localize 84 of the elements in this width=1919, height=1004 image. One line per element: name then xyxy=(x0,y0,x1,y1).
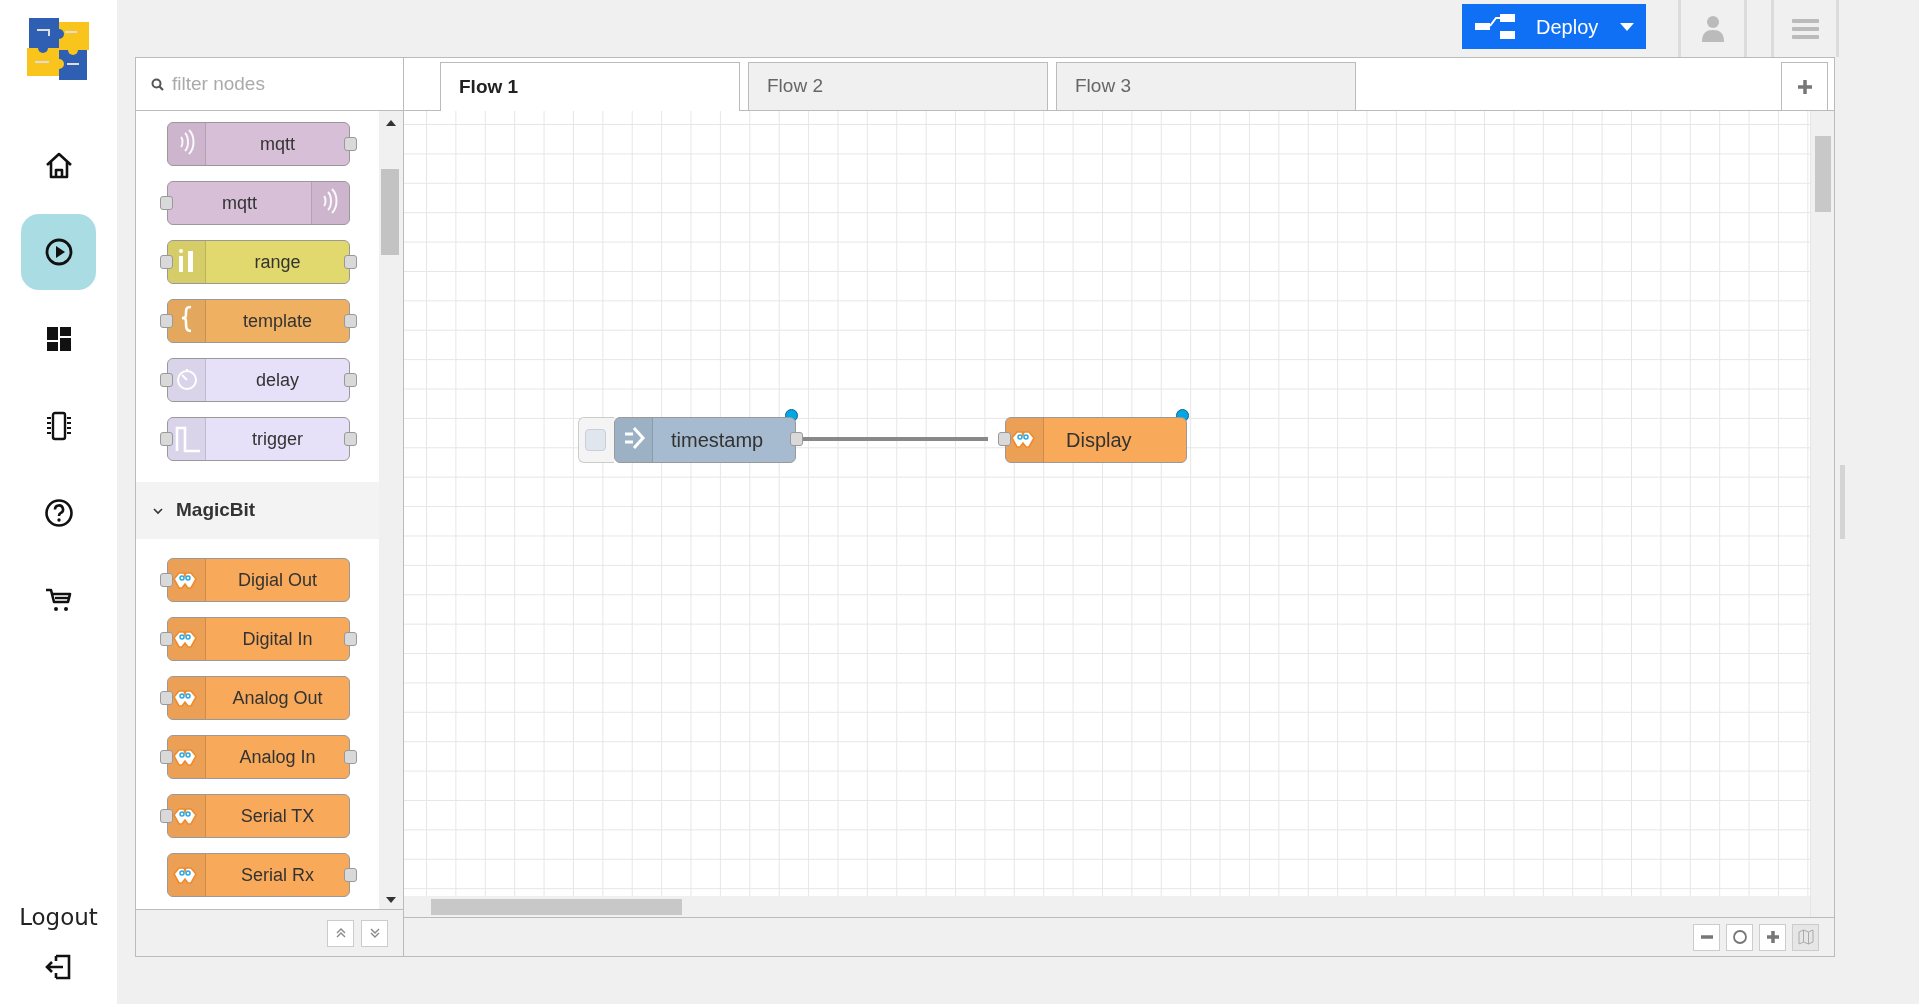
input-port[interactable] xyxy=(160,373,173,387)
wave-icon xyxy=(311,182,349,224)
wave-icon xyxy=(168,123,206,165)
node-label: Analog In xyxy=(239,745,316,769)
category-header[interactable]: MagicBit xyxy=(136,482,379,539)
flow-tab[interactable]: Flow 3 xyxy=(1056,62,1356,110)
node-label: mqtt xyxy=(260,132,295,156)
input-port[interactable] xyxy=(160,573,173,587)
node-label: Serial TX xyxy=(240,804,315,828)
board-icon xyxy=(168,559,206,601)
board-icon xyxy=(168,795,206,837)
node-label: mqtt xyxy=(222,191,257,215)
board-icon xyxy=(168,677,206,719)
horizontal-scrollbar[interactable] xyxy=(404,896,1810,917)
add-flow-button[interactable] xyxy=(1781,62,1828,110)
double-chevron-up-icon xyxy=(334,926,347,940)
output-port[interactable] xyxy=(344,750,357,764)
resize-handle[interactable] xyxy=(1840,465,1845,539)
scrollbar-thumb[interactable] xyxy=(381,169,399,255)
input-port[interactable] xyxy=(160,255,173,269)
output-port[interactable] xyxy=(344,137,357,151)
node-label: Serial Rx xyxy=(241,863,314,887)
node-label: Analog Out xyxy=(232,686,323,710)
circle-icon xyxy=(1731,929,1748,945)
navigator-button[interactable] xyxy=(1792,923,1819,951)
input-port[interactable] xyxy=(160,314,173,328)
nav-play-button[interactable] xyxy=(21,214,96,290)
board-icon xyxy=(1006,418,1044,462)
output-port[interactable] xyxy=(344,255,357,269)
scroll-down-icon[interactable] xyxy=(386,897,396,903)
palette-scrollbar[interactable] xyxy=(379,111,403,909)
zoom-in-button[interactable] xyxy=(1759,923,1786,951)
output-port[interactable] xyxy=(790,432,803,446)
vertical-scrollbar[interactable] xyxy=(1810,111,1834,917)
scrollbar-thumb[interactable] xyxy=(431,899,682,915)
node-label: Digital In xyxy=(242,627,313,651)
flow-tab[interactable]: Flow 1 xyxy=(440,62,740,111)
help-icon xyxy=(42,497,75,529)
board-icon xyxy=(168,854,206,896)
deploy-button[interactable]: Deploy xyxy=(1462,4,1646,49)
expand-all-button[interactable] xyxy=(361,919,388,947)
user-icon xyxy=(1700,14,1725,43)
node-label: Display xyxy=(1066,428,1132,453)
menu-icon xyxy=(1791,17,1819,40)
zoom-reset-button[interactable] xyxy=(1726,923,1753,951)
search-icon xyxy=(151,77,164,91)
output-port[interactable] xyxy=(344,868,357,882)
caret-icon xyxy=(1620,22,1634,31)
input-port[interactable] xyxy=(160,432,173,446)
collapse-all-button[interactable] xyxy=(327,919,354,947)
node-label: timestamp xyxy=(671,428,764,453)
double-chevron-down-icon xyxy=(368,926,381,940)
scrollbar-thumb[interactable] xyxy=(1815,136,1831,212)
input-port[interactable] xyxy=(160,196,173,210)
flow-tab[interactable]: Flow 2 xyxy=(748,62,1048,110)
brace-icon xyxy=(168,300,206,342)
output-port[interactable] xyxy=(344,432,357,446)
node-label: trigger xyxy=(252,427,303,451)
plus-icon xyxy=(1796,78,1813,95)
output-port[interactable] xyxy=(344,373,357,387)
pulse-icon xyxy=(168,418,206,460)
range-icon xyxy=(168,241,206,283)
board-icon xyxy=(168,736,206,778)
input-port[interactable] xyxy=(160,632,173,646)
node-label: delay xyxy=(256,368,299,392)
board-icon xyxy=(168,618,206,660)
scroll-up-icon[interactable] xyxy=(386,120,396,126)
flow-icon xyxy=(1474,13,1516,40)
node-label: range xyxy=(254,250,301,274)
filter-field[interactable]: filter nodes xyxy=(172,69,403,99)
input-port[interactable] xyxy=(998,432,1011,446)
input-port[interactable] xyxy=(160,691,173,705)
output-port[interactable] xyxy=(344,314,357,328)
node-label: Digial Out xyxy=(238,568,317,592)
inject-button[interactable] xyxy=(578,417,614,463)
plus-icon xyxy=(1764,929,1781,945)
logout-label[interactable]: Logout xyxy=(19,899,98,934)
input-port[interactable] xyxy=(160,750,173,764)
input-port[interactable] xyxy=(160,809,173,823)
zoom-out-button[interactable] xyxy=(1693,923,1720,951)
map-icon xyxy=(1797,929,1814,945)
output-port[interactable] xyxy=(344,632,357,646)
node-label: template xyxy=(242,309,312,333)
timer-icon xyxy=(168,359,206,401)
